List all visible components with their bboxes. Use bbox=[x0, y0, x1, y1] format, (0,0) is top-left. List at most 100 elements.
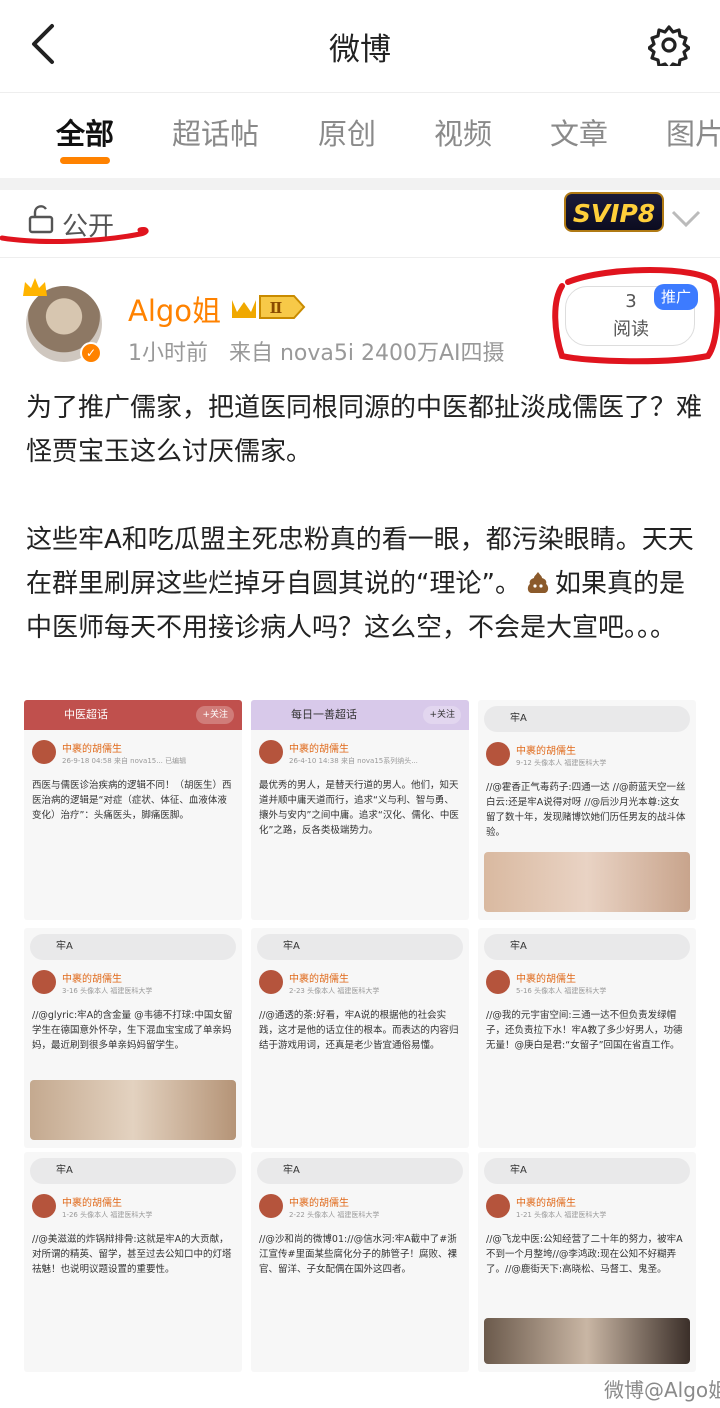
grid-image-1-sub: 26-9-18 04:58 来自 nova15... 已编辑 bbox=[62, 757, 187, 765]
grid-image-4-name: 中裹的胡儒生 bbox=[62, 974, 122, 985]
tab-video[interactable]: 视频 bbox=[434, 111, 492, 153]
grid-image-8-name: 中裹的胡儒生 bbox=[289, 1198, 349, 1209]
grid-image-5-avatar bbox=[259, 970, 283, 994]
grid-image-1-avatar bbox=[32, 740, 56, 764]
grid-image-7-body: //@美滋滋的炸锅辩排骨:这就是牢A的大贡献，对所谓的精英、留学，甚至过去公知口… bbox=[32, 1234, 232, 1275]
svip-badge: SVIP8 bbox=[564, 192, 664, 232]
grid-image-2-body: 最优秀的男人，是替天行道的男人。他们，知天道并顺中庸天道而行，追求“义与利、智与… bbox=[259, 780, 459, 836]
grid-image-7-sub: 1-26 头像本人 福建医科大学 bbox=[62, 1211, 153, 1219]
grid-image-2-user: 中裹的胡儒生 26-4-10 14:38 来自 nova15系列纳头... bbox=[251, 736, 469, 776]
grid-image-9[interactable]: 牢A 中裹的胡儒生 1-21 头像本人 福建医科大学 //@飞龙中医:公知经营了二… bbox=[478, 1152, 696, 1372]
top-bar: 微博 bbox=[0, 0, 720, 90]
grid-image-9-avatar bbox=[486, 1194, 510, 1218]
grid-image-2[interactable]: 每日一善超话 +关注 中裹的胡儒生 26-4-10 14:38 来自 nova15系… bbox=[251, 700, 469, 920]
grid-image-9-photo bbox=[484, 1318, 690, 1364]
grid-image-2-name: 中裹的胡儒生 bbox=[289, 744, 349, 755]
grid-image-1-topic: 中医超话 bbox=[64, 708, 108, 721]
poop-emoji-icon bbox=[527, 572, 549, 593]
level-badge-icon[interactable]: Ⅱ bbox=[230, 292, 306, 322]
grid-image-9-user: 中裹的胡儒生 1-21 头像本人 福建医科大学 bbox=[478, 1190, 696, 1230]
grid-image-4-photo bbox=[30, 1080, 236, 1140]
grid-image-2-header: 每日一善超话 +关注 bbox=[251, 700, 469, 730]
grid-image-3-photo bbox=[484, 852, 690, 912]
grid-image-5[interactable]: 牢A 中裹的胡儒生 2-23 头像本人 福建医科大学 //@通透的茶:好看，牢A说… bbox=[251, 928, 469, 1148]
grid-image-8-search: 牢A bbox=[257, 1158, 463, 1184]
grid-image-1-header: 中医超话 +关注 bbox=[24, 700, 242, 730]
grid-image-6[interactable]: 牢A 中裹的胡儒生 5-16 头像本人 福建医科大学 //@我的元宇宙空间:三通一… bbox=[478, 928, 696, 1148]
grid-image-7-search: 牢A bbox=[30, 1158, 236, 1184]
tab-image[interactable]: 图片 bbox=[666, 111, 720, 153]
grid-image-3-user: 中裹的胡儒生 9-12 头像本人 福建医科大学 bbox=[478, 738, 696, 778]
grid-image-6-name: 中裹的胡儒生 bbox=[516, 974, 576, 985]
grid-image-9-body: //@飞龙中医:公知经营了二十年的努力，被牢A不到一个月整垮//@李鸿政:现在公… bbox=[486, 1234, 683, 1275]
grid-image-4-sub: 3-16 头像本人 福建医科大学 bbox=[62, 987, 153, 995]
grid-image-5-search: 牢A bbox=[257, 934, 463, 960]
grid-image-6-user: 中裹的胡儒生 5-16 头像本人 福建医科大学 bbox=[478, 966, 696, 1006]
grid-image-4[interactable]: 牢A 中裹的胡儒生 3-16 头像本人 福建医科大学 //@glyric:牢A的含… bbox=[24, 928, 242, 1148]
visibility-row: 公开 SVIP8 bbox=[0, 190, 720, 258]
grid-image-8[interactable]: 牢A 中裹的胡儒生 2-22 头像本人 福建医科大学 //@沙和尚的微博01://… bbox=[251, 1152, 469, 1372]
grid-image-7-user: 中裹的胡儒生 1-26 头像本人 福建医科大学 bbox=[24, 1190, 242, 1230]
grid-image-7-name: 中裹的胡儒生 bbox=[62, 1198, 122, 1209]
tab-original[interactable]: 原创 bbox=[318, 111, 376, 153]
grid-image-1[interactable]: 中医超话 +关注 中裹的胡儒生 26-9-18 04:58 来自 nova15...… bbox=[24, 700, 242, 920]
active-tab-indicator bbox=[60, 157, 110, 164]
tab-all[interactable]: 全部 bbox=[56, 111, 114, 153]
grid-image-5-name: 中裹的胡儒生 bbox=[289, 974, 349, 985]
grid-image-5-sub: 2-23 头像本人 福建医科大学 bbox=[289, 987, 380, 995]
post-source: 来自 nova5i 2400万AI四摄 bbox=[229, 341, 505, 366]
grid-image-1-name: 中裹的胡儒生 bbox=[62, 744, 122, 755]
grid-image-9-name: 中裹的胡儒生 bbox=[516, 1198, 576, 1209]
tab-article[interactable]: 文章 bbox=[550, 111, 608, 153]
level-badge-text: Ⅱ bbox=[270, 299, 283, 317]
grid-image-5-user: 中裹的胡儒生 2-23 头像本人 福建医科大学 bbox=[251, 966, 469, 1006]
page-title: 微博 bbox=[329, 32, 391, 68]
grid-image-3-avatar bbox=[486, 742, 510, 766]
post-image-grid: 中医超话 +关注 中裹的胡儒生 26-9-18 04:58 来自 nova15...… bbox=[24, 700, 696, 1380]
grid-image-3-body: //@霍香正气毒药子:四通一达 //@蔚蓝天空一丝白云:还是牢A说得对呀 //@… bbox=[486, 782, 686, 838]
grid-image-7[interactable]: 牢A 中裹的胡儒生 1-26 头像本人 福建医科大学 //@美滋滋的炸锅辩排骨:这… bbox=[24, 1152, 242, 1372]
post-paragraph-1: 为了推广儒家，把道医同根同源的中医都扯淡成儒医了？难怪贾宝玉这么讨厌儒家。 bbox=[26, 393, 703, 467]
grid-image-5-body: //@通透的茶:好看，牢A说的根据他的社会实践，这才是他的话立住的根本。而表达的… bbox=[259, 1010, 459, 1051]
grid-image-6-body: //@我的元宇宙空间:三通一达不但负责发绿帽子，还负责拉下水！牢A教了多少好男人… bbox=[486, 1010, 683, 1051]
chevron-down-icon[interactable] bbox=[670, 208, 702, 230]
grid-image-7-avatar bbox=[32, 1194, 56, 1218]
grid-image-2-sub: 26-4-10 14:38 来自 nova15系列纳头... bbox=[289, 757, 418, 765]
grid-image-4-search: 牢A bbox=[30, 934, 236, 960]
grid-image-6-avatar bbox=[486, 970, 510, 994]
grid-image-2-avatar bbox=[259, 740, 283, 764]
grid-image-4-body: //@glyric:牢A的含金量 @韦德不打球:中国女留学生在德国意外怀孕，生下… bbox=[32, 1010, 233, 1051]
grid-image-4-user: 中裹的胡儒生 3-16 头像本人 福建医科大学 bbox=[24, 966, 242, 1006]
post-paragraph-2: 这些牢A和吃瓜盟主死忠粉真的看一眼，都污染眼睛。天天在群里刷屏这些烂掉牙自圆其说… bbox=[26, 518, 702, 650]
grid-image-1-follow: +关注 bbox=[196, 706, 234, 724]
grid-image-3-search: 牢A bbox=[484, 706, 690, 732]
grid-image-4-avatar bbox=[32, 970, 56, 994]
grid-image-2-follow: +关注 bbox=[423, 706, 461, 724]
grid-image-1-user: 中裹的胡儒生 26-9-18 04:58 来自 nova15... 已编辑 bbox=[24, 736, 242, 776]
grid-image-1-body: 西医与儒医诊治疾病的逻辑不同！（胡医生）西医治病的逻辑是“对症（症状、体征、血液… bbox=[32, 780, 232, 821]
post-meta: 1小时前 来自 nova5i 2400万AI四摄 bbox=[128, 335, 519, 367]
grid-image-3-sub: 9-12 头像本人 福建医科大学 bbox=[516, 759, 607, 767]
gear-icon[interactable] bbox=[648, 24, 690, 66]
tab-super-topic[interactable]: 超话帖 bbox=[172, 111, 259, 153]
crown-icon bbox=[23, 278, 47, 296]
post-content: 为了推广儒家，把道医同根同源的中医都扯淡成儒医了？难怪贾宝玉这么讨厌儒家。 这些… bbox=[26, 386, 702, 694]
post-time: 1小时前 bbox=[128, 341, 208, 366]
grid-image-8-body: //@沙和尚的微博01://@信水河:牢A截中了#浙江宣传#里面某些腐化分子的肺… bbox=[259, 1234, 457, 1275]
verified-badge-icon: ✓ bbox=[80, 342, 102, 364]
grid-image-8-sub: 2-22 头像本人 福建医科大学 bbox=[289, 1211, 380, 1219]
watermark: 微博@Algo姐 bbox=[604, 1378, 720, 1402]
grid-image-3[interactable]: 牢A 中裹的胡儒生 9-12 头像本人 福建医科大学 //@霍香正气毒药子:四通一… bbox=[478, 700, 696, 920]
post-author-name[interactable]: Algo姐 bbox=[128, 288, 221, 330]
grid-image-9-search: 牢A bbox=[484, 1158, 690, 1184]
filter-tabs: 全部 超话帖 原创 视频 文章 图片 bbox=[0, 92, 720, 178]
red-underline-annotation bbox=[0, 227, 149, 244]
grid-image-6-search: 牢A bbox=[484, 934, 690, 960]
red-circle-annotation bbox=[552, 267, 720, 365]
grid-image-9-sub: 1-21 头像本人 福建医科大学 bbox=[516, 1211, 607, 1219]
grid-image-8-avatar bbox=[259, 1194, 283, 1218]
grid-image-6-sub: 5-16 头像本人 福建医科大学 bbox=[516, 987, 607, 995]
grid-image-2-topic: 每日一善超话 bbox=[291, 708, 357, 721]
grid-image-8-user: 中裹的胡儒生 2-22 头像本人 福建医科大学 bbox=[251, 1190, 469, 1230]
grid-image-3-name: 中裹的胡儒生 bbox=[516, 746, 576, 757]
